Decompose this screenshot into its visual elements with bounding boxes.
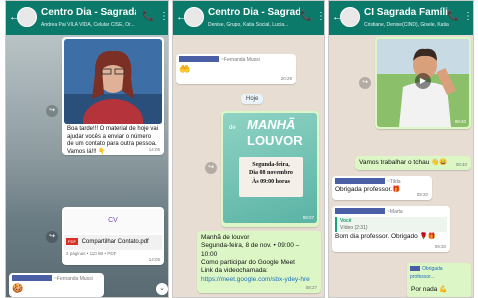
message-line: Como participar do Google Meet (201, 258, 295, 266)
pdf-icon: PDF (66, 238, 78, 246)
message-sender: ~Fernanda Mussi (221, 57, 260, 63)
sticker-message[interactable]: ~Fernanda Mussi 🤲 20:29 (176, 54, 296, 84)
incoming-reply-message[interactable]: ~Marta Você Vídeo (2:31) Bom dia profess… (332, 206, 450, 252)
group-avatar[interactable] (340, 7, 360, 27)
poster-message[interactable]: de MANHÃ LOUVOR Segunda-feira, Dia 08 no… (221, 111, 319, 227)
woman-portrait-image[interactable] (64, 39, 162, 124)
message-time: 08:27 (305, 285, 317, 291)
redacted-phone (335, 208, 385, 215)
add-call-icon[interactable]: 📞 (447, 11, 459, 22)
poster-info-box: Segunda-feira, Dia 08 novembro Às 09:00 … (239, 157, 303, 197)
quoted-message[interactable]: Você Vídeo (2:31) (335, 217, 447, 233)
video-message[interactable]: ▶ 08:40 (375, 37, 471, 129)
menu-icon[interactable]: ⋮ (463, 11, 473, 22)
chat-title[interactable]: Centro Dia - Sagrada F... (208, 7, 300, 18)
forward-icon[interactable]: ↪ (46, 105, 58, 117)
chat-header: ← CI Sagrada Família Cristiane, Denise(C… (329, 1, 473, 35)
document-name: Compartilhar Contato.pdf (81, 239, 149, 245)
message-text: Obrigada professor.🎁 (335, 186, 401, 194)
chat-header: ← Centro Dia - Sagrada F... Denise, Grup… (173, 1, 324, 35)
chat-panel-3: ← CI Sagrada Família Cristiane, Denise(C… (328, 0, 474, 298)
redacted-phone (179, 56, 219, 63)
sticker-icon: 🍪 (12, 283, 24, 294)
text-message[interactable]: Vamos trabalhar o tchau 👋😄 08:40 (355, 156, 471, 170)
menu-icon[interactable]: ⋮ (159, 11, 168, 22)
incoming-message[interactable]: ~Tilda Obrigada professor.🎁 09:20 (332, 176, 432, 200)
event-poster-image[interactable]: de MANHÃ LOUVOR Segunda-feira, Dia 08 no… (223, 113, 317, 223)
message-sender: ~Marta (387, 209, 403, 215)
chat-title[interactable]: CI Sagrada Família (364, 7, 449, 18)
forward-icon[interactable]: ↪ (46, 231, 58, 243)
outgoing-message[interactable]: Por nada 💪 (407, 284, 471, 297)
redacted-phone (335, 178, 385, 185)
video-time: 08:40 (454, 119, 466, 125)
message-time: 20:29 (280, 76, 292, 82)
group-avatar[interactable] (17, 7, 37, 27)
poster-day: Segunda-feira, (252, 162, 290, 168)
message-sender: ~Tilda (387, 179, 401, 185)
forward-icon[interactable]: ↪ (205, 162, 217, 174)
poster-prefix: de (229, 125, 236, 131)
message-line: Segunda-feira, 8 de nov. • 09:00 – 10:00 (201, 242, 300, 258)
chat-area: Boa tarde!!! O material de hoje vai ajud… (6, 35, 168, 297)
chat-subtitle: Denise, Grupo, Katia Social, Lucia... (208, 22, 289, 28)
chat-panel-1: ← Centro Dia - Sagrada Famí Andrea Pai V… (5, 0, 169, 298)
scroll-down-icon[interactable]: ⌄ (156, 283, 168, 295)
poster-title-top: MANHÃ (247, 117, 296, 132)
text-message[interactable]: Manhã de louvor Segunda-feira, 8 de nov.… (197, 231, 321, 293)
message-time: 14:05 (148, 147, 160, 153)
poster-hour: Às 09:00 horas (251, 178, 290, 185)
message-text: Bom dia professor. Obrigado 🌹🎁 (335, 233, 436, 241)
document-meta: 2 páginas • 110 kB • PDF (66, 250, 117, 256)
menu-icon[interactable]: ⋮ (316, 11, 324, 22)
meet-link[interactable]: https://meet.google.com/sbx-ydey-hre (201, 276, 317, 284)
message-text: Vamos trabalhar o tchau 👋😄 (359, 159, 448, 166)
document-preview[interactable]: CV (64, 209, 162, 233)
message-line: Manhã de louvor (201, 234, 250, 241)
sticker-message[interactable]: ~Fernanda Mussi 🍪 (9, 273, 104, 297)
date-divider: Hoje (241, 94, 264, 104)
chat-header: ← Centro Dia - Sagrada Famí Andrea Pai V… (6, 1, 168, 35)
document-file-row[interactable]: PDF Compartilhar Contato.pdf (64, 235, 162, 250)
message-time: 08:40 (455, 162, 467, 168)
message-time: 08:27 (302, 215, 314, 221)
document-message[interactable]: CV PDF Compartilhar Contato.pdf 2 página… (62, 207, 164, 265)
chat-area: ▶ 08:40 ↪ Vamos trabalhar o tchau 👋😄 08:… (329, 35, 473, 297)
message-line: Link da videochamada: (201, 267, 268, 275)
photo-message[interactable]: Boa tarde!!! O material de hoje vai ajud… (62, 37, 164, 155)
group-avatar[interactable] (184, 7, 204, 27)
message-sender: ~Fernanda Mussi (54, 276, 93, 282)
redacted-phone (410, 265, 420, 271)
chat-subtitle: Cristiane, Denise(CIND), Gisele, Katia, … (364, 22, 449, 28)
add-call-icon[interactable]: 📞 (300, 11, 312, 22)
message-text: Boa tarde!!! O material de hoje vai ajud… (67, 126, 159, 156)
message-time: 09:30 (434, 244, 446, 250)
message-time: 09:20 (416, 192, 428, 198)
poster-date: Dia 08 novembro (249, 170, 293, 177)
sticker-icon: 🤲 (179, 64, 191, 75)
message-time: 14:05 (148, 257, 160, 263)
chat-panel-2: ← Centro Dia - Sagrada F... Denise, Grup… (172, 0, 325, 298)
redacted-phone (12, 275, 52, 282)
play-icon[interactable]: ▶ (415, 73, 431, 89)
message-text: Por nada 💪 (411, 286, 448, 293)
quote-text: Vídeo (2:31) (340, 224, 368, 231)
chat-title[interactable]: Centro Dia - Sagrada Famí (41, 7, 136, 18)
add-call-icon[interactable]: 📞 (142, 11, 154, 22)
poster-title-bottom: LOUVOR (247, 133, 303, 148)
chat-subtitle: Andrea Pai VILA VIDA, Celular CISE, Or..… (41, 22, 135, 28)
forward-icon[interactable]: ↪ (359, 77, 371, 89)
chat-area: ~Fernanda Mussi 🤲 20:29 Hoje de MANHÃ LO… (173, 35, 324, 297)
